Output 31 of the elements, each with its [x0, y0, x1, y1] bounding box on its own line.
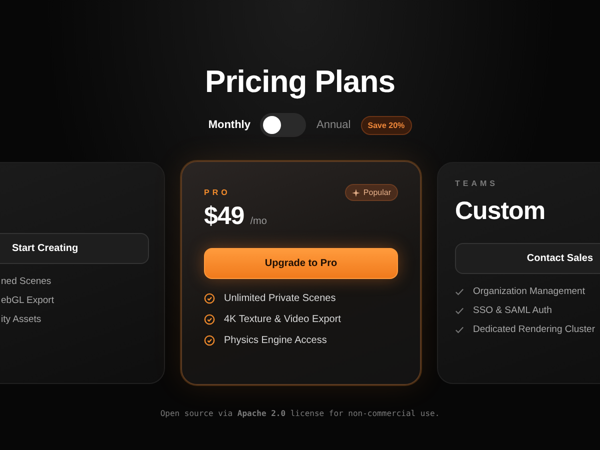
billing-toggle[interactable] — [260, 113, 306, 137]
badge-label: Popular — [363, 188, 391, 197]
sparkle-icon — [352, 188, 360, 196]
annual-label: Annual — [316, 119, 351, 131]
feature-text: ity Assets — [1, 314, 42, 325]
check-icon — [455, 326, 464, 334]
price-unit: /mo — [250, 216, 267, 227]
tier-label: PRO — [204, 188, 230, 197]
page-title: Pricing Plans — [205, 64, 395, 100]
feature-text: Physics Engine Access — [224, 335, 327, 346]
check-circle-icon — [204, 335, 215, 346]
check-circle-icon — [204, 293, 215, 304]
feature-text: Organization Management — [473, 286, 585, 297]
plan-button[interactable]: Start Creating — [0, 233, 149, 264]
plan-price: Custom — [455, 197, 546, 226]
feature-text: Unlimited Private Scenes — [224, 293, 336, 304]
tier-label: TEAMS — [455, 179, 498, 188]
plan-price: $49 — [204, 202, 244, 231]
feature-text: ned Scenes — [1, 276, 52, 287]
plan-button[interactable]: Upgrade to Pro — [204, 248, 398, 279]
feature-text: 4K Texture & Video Export — [224, 314, 341, 325]
feature-text: ebGL Export — [1, 295, 54, 306]
feature-text: Dedicated Rendering Cluster — [473, 324, 595, 335]
check-icon — [455, 306, 464, 314]
check-circle-icon — [204, 314, 215, 325]
monthly-label: Monthly — [208, 119, 250, 131]
feature-text: SSO & SAML Auth — [473, 305, 552, 316]
discount-badge: Save 20% — [360, 116, 412, 134]
license-note: Open source via Apache 2.0 license for non-commercial use. — [160, 409, 440, 418]
plan-button[interactable]: Contact Sales — [455, 243, 600, 274]
check-icon — [455, 288, 464, 296]
